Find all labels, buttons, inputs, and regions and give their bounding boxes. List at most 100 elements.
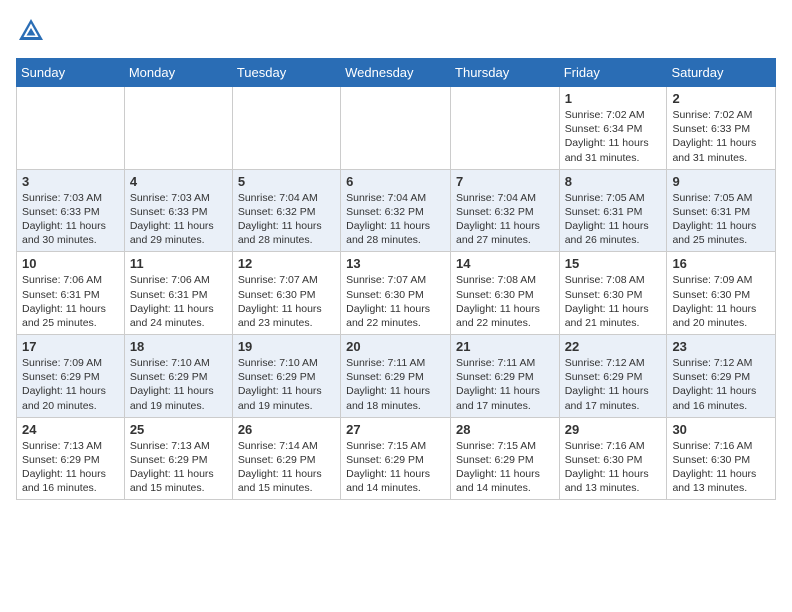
day-number: 6 (346, 174, 445, 189)
calendar-cell: 1Sunrise: 7:02 AMSunset: 6:34 PMDaylight… (559, 87, 667, 170)
day-number: 24 (22, 422, 119, 437)
day-number: 11 (130, 256, 227, 271)
day-info: Sunrise: 7:09 AMSunset: 6:29 PMDaylight:… (22, 356, 119, 413)
day-info: Sunrise: 7:12 AMSunset: 6:29 PMDaylight:… (672, 356, 770, 413)
calendar-cell: 25 Sunrise: 7:13 AMSunset: 6:29 PMDayligh… (124, 417, 232, 500)
weekday-header-row: SundayMondayTuesdayWednesdayThursdayFrid… (17, 59, 776, 87)
day-number: 4 (130, 174, 227, 189)
day-info: Sunrise: 7:14 AMSunset: 6:29 PMDaylight:… (238, 439, 335, 496)
calendar-cell: 14Sunrise: 7:08 AMSunset: 6:30 PMDayligh… (451, 252, 560, 335)
calendar-cell: 8 Sunrise: 7:05 AMSunset: 6:31 PMDaylight… (559, 169, 667, 252)
day-info: Sunrise: 7:06 AMSunset: 6:31 PMDaylight:… (130, 273, 227, 330)
day-info: Sunrise: 7:11 AMSunset: 6:29 PMDaylight:… (456, 356, 554, 413)
day-info: Sunrise: 7:09 AMSunset: 6:30 PMDaylight:… (672, 273, 770, 330)
logo (16, 16, 50, 46)
weekday-header-saturday: Saturday (667, 59, 776, 87)
day-number: 21 (456, 339, 554, 354)
calendar-cell: 18Sunrise: 7:10 AMSunset: 6:29 PMDayligh… (124, 335, 232, 418)
weekday-header-thursday: Thursday (451, 59, 560, 87)
day-number: 9 (672, 174, 770, 189)
calendar-cell: 28 Sunrise: 7:15 AMSunset: 6:29 PMDayligh… (451, 417, 560, 500)
calendar-cell (451, 87, 560, 170)
calendar-week-row: 17 Sunrise: 7:09 AMSunset: 6:29 PMDayligh… (17, 335, 776, 418)
calendar-week-row: 24 Sunrise: 7:13 AMSunset: 6:29 PMDayligh… (17, 417, 776, 500)
calendar-cell (124, 87, 232, 170)
calendar-week-row: 3 Sunrise: 7:03 AMSunset: 6:33 PMDaylight… (17, 169, 776, 252)
day-number: 19 (238, 339, 335, 354)
day-info: Sunrise: 7:03 AMSunset: 6:33 PMDaylight:… (22, 191, 119, 248)
day-info: Sunrise: 7:08 AMSunset: 6:30 PMDaylight:… (565, 273, 662, 330)
day-info: Sunrise: 7:16 AMSunset: 6:30 PMDaylight:… (672, 439, 770, 496)
day-info: Sunrise: 7:13 AMSunset: 6:29 PMDaylight:… (130, 439, 227, 496)
day-info: Sunrise: 7:15 AMSunset: 6:29 PMDaylight:… (456, 439, 554, 496)
calendar-table: SundayMondayTuesdayWednesdayThursdayFrid… (16, 58, 776, 500)
day-number: 27 (346, 422, 445, 437)
day-number: 7 (456, 174, 554, 189)
day-info: Sunrise: 7:07 AMSunset: 6:30 PMDaylight:… (346, 273, 445, 330)
calendar-cell: 20Sunrise: 7:11 AMSunset: 6:29 PMDayligh… (341, 335, 451, 418)
calendar-cell: 24 Sunrise: 7:13 AMSunset: 6:29 PMDayligh… (17, 417, 125, 500)
day-number: 16 (672, 256, 770, 271)
calendar-cell: 23 Sunrise: 7:12 AMSunset: 6:29 PMDayligh… (667, 335, 776, 418)
day-info: Sunrise: 7:04 AMSunset: 6:32 PMDaylight:… (346, 191, 445, 248)
day-number: 5 (238, 174, 335, 189)
day-info: Sunrise: 7:04 AMSunset: 6:32 PMDaylight:… (456, 191, 554, 248)
day-number: 28 (456, 422, 554, 437)
day-number: 23 (672, 339, 770, 354)
weekday-header-wednesday: Wednesday (341, 59, 451, 87)
day-info: Sunrise: 7:02 AMSunset: 6:34 PMDaylight:… (565, 108, 662, 165)
calendar-cell: 12 Sunrise: 7:07 AMSunset: 6:30 PMDayligh… (232, 252, 340, 335)
calendar-cell (232, 87, 340, 170)
day-info: Sunrise: 7:02 AMSunset: 6:33 PMDaylight:… (672, 108, 770, 165)
day-number: 25 (130, 422, 227, 437)
weekday-header-monday: Monday (124, 59, 232, 87)
day-number: 15 (565, 256, 662, 271)
calendar-cell: 17 Sunrise: 7:09 AMSunset: 6:29 PMDayligh… (17, 335, 125, 418)
calendar-cell: 10Sunrise: 7:06 AMSunset: 6:31 PMDayligh… (17, 252, 125, 335)
calendar-cell: 21 Sunrise: 7:11 AMSunset: 6:29 PMDayligh… (451, 335, 560, 418)
logo-icon (16, 16, 46, 46)
day-info: Sunrise: 7:12 AMSunset: 6:29 PMDaylight:… (565, 356, 662, 413)
weekday-header-sunday: Sunday (17, 59, 125, 87)
day-number: 17 (22, 339, 119, 354)
calendar-week-row: 1Sunrise: 7:02 AMSunset: 6:34 PMDaylight… (17, 87, 776, 170)
day-number: 20 (346, 339, 445, 354)
weekday-header-friday: Friday (559, 59, 667, 87)
day-number: 22 (565, 339, 662, 354)
calendar-week-row: 10Sunrise: 7:06 AMSunset: 6:31 PMDayligh… (17, 252, 776, 335)
weekday-header-tuesday: Tuesday (232, 59, 340, 87)
day-number: 3 (22, 174, 119, 189)
day-number: 30 (672, 422, 770, 437)
calendar-cell: 30 Sunrise: 7:16 AMSunset: 6:30 PMDayligh… (667, 417, 776, 500)
day-number: 26 (238, 422, 335, 437)
calendar-cell: 5 Sunrise: 7:04 AMSunset: 6:32 PMDaylight… (232, 169, 340, 252)
day-number: 14 (456, 256, 554, 271)
day-number: 29 (565, 422, 662, 437)
day-info: Sunrise: 7:16 AMSunset: 6:30 PMDaylight:… (565, 439, 662, 496)
page-header (16, 16, 776, 46)
calendar-cell: 19 Sunrise: 7:10 AMSunset: 6:29 PMDayligh… (232, 335, 340, 418)
day-info: Sunrise: 7:05 AMSunset: 6:31 PMDaylight:… (565, 191, 662, 248)
calendar-cell: 6 Sunrise: 7:04 AMSunset: 6:32 PMDaylight… (341, 169, 451, 252)
day-info: Sunrise: 7:13 AMSunset: 6:29 PMDaylight:… (22, 439, 119, 496)
day-info: Sunrise: 7:05 AMSunset: 6:31 PMDaylight:… (672, 191, 770, 248)
day-info: Sunrise: 7:07 AMSunset: 6:30 PMDaylight:… (238, 273, 335, 330)
day-number: 18 (130, 339, 227, 354)
day-number: 8 (565, 174, 662, 189)
day-info: Sunrise: 7:03 AMSunset: 6:33 PMDaylight:… (130, 191, 227, 248)
day-number: 13 (346, 256, 445, 271)
calendar-cell: 26 Sunrise: 7:14 AMSunset: 6:29 PMDayligh… (232, 417, 340, 500)
calendar-cell: 4 Sunrise: 7:03 AMSunset: 6:33 PMDaylight… (124, 169, 232, 252)
calendar-cell: 27 Sunrise: 7:15 AMSunset: 6:29 PMDayligh… (341, 417, 451, 500)
day-info: Sunrise: 7:10 AMSunset: 6:29 PMDaylight:… (238, 356, 335, 413)
calendar-cell: 2 Sunrise: 7:02 AMSunset: 6:33 PMDaylight… (667, 87, 776, 170)
calendar-cell (341, 87, 451, 170)
calendar-cell: 15 Sunrise: 7:08 AMSunset: 6:30 PMDayligh… (559, 252, 667, 335)
day-number: 2 (672, 91, 770, 106)
day-info: Sunrise: 7:15 AMSunset: 6:29 PMDaylight:… (346, 439, 445, 496)
calendar-cell: 9 Sunrise: 7:05 AMSunset: 6:31 PMDaylight… (667, 169, 776, 252)
day-info: Sunrise: 7:06 AMSunset: 6:31 PMDaylight:… (22, 273, 119, 330)
calendar-cell: 16 Sunrise: 7:09 AMSunset: 6:30 PMDayligh… (667, 252, 776, 335)
day-number: 12 (238, 256, 335, 271)
day-info: Sunrise: 7:04 AMSunset: 6:32 PMDaylight:… (238, 191, 335, 248)
